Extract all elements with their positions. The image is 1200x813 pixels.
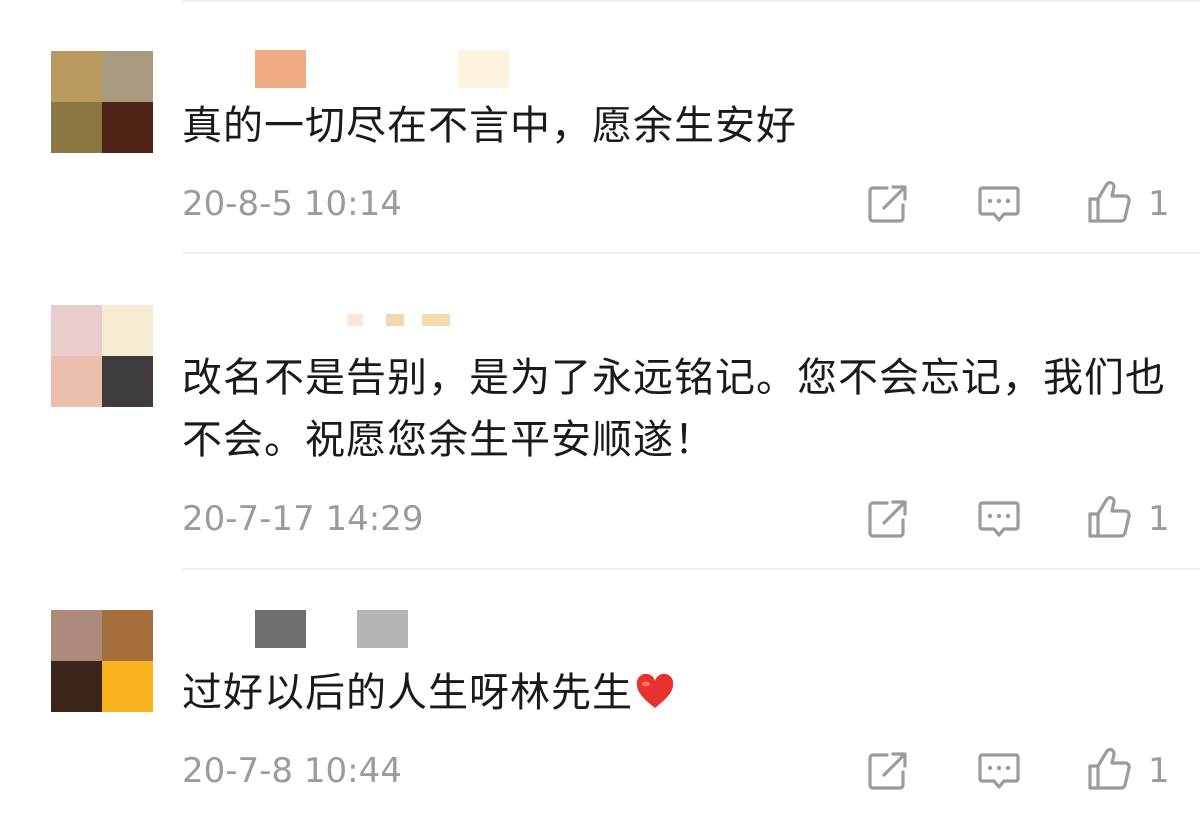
comment-text-content: 过好以后的人生呀林先生 [182, 670, 633, 716]
share-icon[interactable] [865, 748, 911, 794]
thumbs-up-icon[interactable] [1086, 494, 1132, 540]
comment-text: 真的一切尽在不言中，愿余生安好 [182, 103, 797, 149]
red-heart-emoji [636, 674, 674, 708]
like-count: 1 [1148, 751, 1170, 791]
share-icon[interactable] [865, 181, 911, 227]
avatar-pixel [51, 51, 102, 102]
avatar-pixel [51, 305, 102, 356]
comment-icon[interactable] [976, 496, 1022, 542]
comment-timestamp: 20-7-8 10:44 [182, 751, 402, 791]
avatar-pixel [51, 356, 102, 407]
comment-text: 过好以后的人生呀林先生 [182, 662, 1172, 724]
avatar-pixel [51, 661, 102, 712]
comment-list: 真的一切尽在不言中，愿余生安好 20-8-5 10:14 1 改名不是告别，是为… [0, 0, 1200, 813]
comment-text: 改名不是告别，是为了永远铭记。您不会忘记，我们也不会。祝愿您余生平安顺遂！ [182, 355, 1166, 463]
comment-icon[interactable] [976, 181, 1022, 227]
avatar[interactable] [51, 610, 153, 712]
share-icon[interactable] [865, 496, 911, 542]
avatar[interactable] [51, 51, 153, 153]
redaction-block [422, 314, 450, 326]
redaction-block [458, 50, 509, 88]
avatar[interactable] [51, 305, 153, 407]
comment-divider [182, 252, 1200, 254]
redaction-block [347, 314, 363, 326]
redaction-block [357, 610, 408, 648]
comment-icon[interactable] [976, 748, 1022, 794]
thumbs-up-icon[interactable] [1086, 179, 1132, 225]
avatar-pixel [51, 610, 102, 661]
avatar-pixel [51, 102, 102, 153]
top-divider [182, 0, 1200, 2]
avatar-pixel [102, 51, 153, 102]
redaction-block [386, 314, 404, 326]
comment-timestamp: 20-7-17 14:29 [182, 499, 424, 539]
like-count: 1 [1148, 184, 1170, 224]
comment-divider [182, 568, 1200, 570]
like-count: 1 [1148, 499, 1170, 539]
comment-timestamp: 20-8-5 10:14 [182, 184, 402, 224]
avatar-pixel [102, 610, 153, 661]
thumbs-up-icon[interactable] [1086, 746, 1132, 792]
avatar-pixel [102, 356, 153, 407]
redaction-block [255, 50, 306, 88]
avatar-pixel [102, 305, 153, 356]
avatar-pixel [102, 102, 153, 153]
redaction-block [255, 610, 306, 648]
avatar-pixel [102, 661, 153, 712]
